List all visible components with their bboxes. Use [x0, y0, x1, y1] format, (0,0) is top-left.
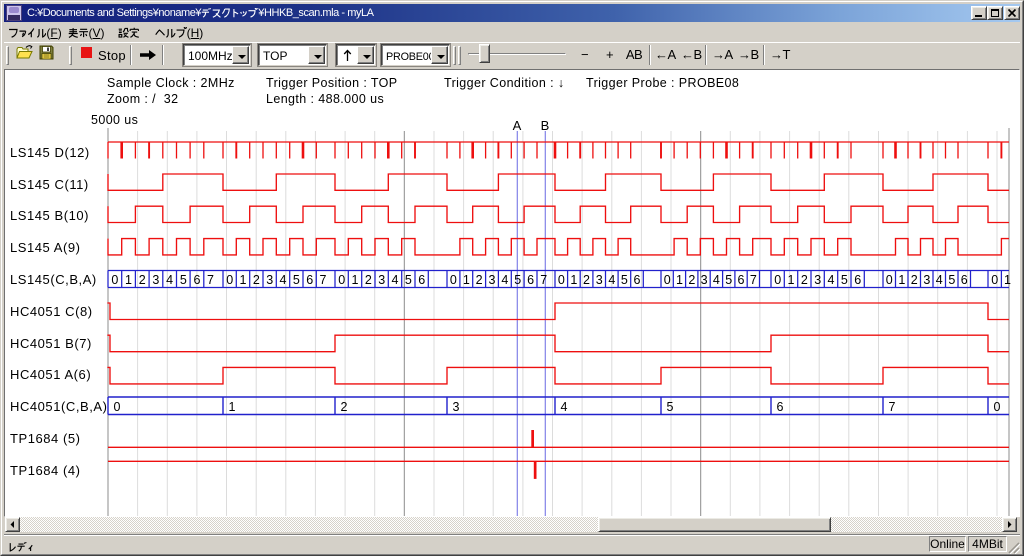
svg-text:1: 1 — [240, 273, 247, 287]
svg-text:0: 0 — [664, 273, 671, 287]
svg-text:1: 1 — [463, 273, 470, 287]
svg-text:5: 5 — [621, 273, 628, 287]
svg-text:0: 0 — [991, 273, 998, 287]
svg-text:4: 4 — [166, 273, 173, 287]
svg-text:7: 7 — [540, 273, 547, 287]
svg-text:5: 5 — [841, 273, 848, 287]
svg-text:6: 6 — [194, 273, 201, 287]
svg-text:2: 2 — [688, 273, 695, 287]
svg-text:3: 3 — [701, 273, 708, 287]
svg-text:1: 1 — [570, 273, 577, 287]
svg-text:0: 0 — [450, 273, 457, 287]
svg-text:7: 7 — [320, 273, 327, 287]
svg-text:5: 5 — [405, 273, 412, 287]
svg-text:6: 6 — [854, 273, 861, 287]
svg-text:4: 4 — [713, 273, 720, 287]
svg-text:6: 6 — [634, 273, 641, 287]
svg-text:5: 5 — [180, 273, 187, 287]
svg-text:3: 3 — [923, 273, 930, 287]
svg-text:6: 6 — [527, 273, 534, 287]
svg-text:0: 0 — [558, 273, 565, 287]
svg-text:5: 5 — [514, 273, 521, 287]
svg-text:0: 0 — [886, 273, 893, 287]
svg-text:2: 2 — [139, 273, 146, 287]
svg-text:6: 6 — [306, 273, 313, 287]
svg-text:1: 1 — [1004, 273, 1011, 287]
svg-text:6: 6 — [738, 273, 745, 287]
svg-text:4: 4 — [561, 400, 568, 414]
svg-text:3: 3 — [453, 400, 460, 414]
svg-text:2: 2 — [253, 273, 260, 287]
svg-text:A: A — [513, 118, 522, 133]
svg-text:0: 0 — [338, 273, 345, 287]
svg-text:0: 0 — [994, 400, 1001, 414]
svg-text:1: 1 — [788, 273, 795, 287]
svg-text:3: 3 — [378, 273, 385, 287]
svg-text:B: B — [541, 118, 550, 133]
svg-text:6: 6 — [418, 273, 425, 287]
svg-text:5: 5 — [725, 273, 732, 287]
svg-text:3: 3 — [489, 273, 496, 287]
svg-text:5: 5 — [948, 273, 955, 287]
svg-text:0: 0 — [111, 273, 118, 287]
svg-text:1: 1 — [125, 273, 132, 287]
svg-text:1: 1 — [676, 273, 683, 287]
svg-text:2: 2 — [911, 273, 918, 287]
svg-text:1: 1 — [229, 400, 236, 414]
svg-text:1: 1 — [898, 273, 905, 287]
svg-text:0: 0 — [226, 273, 233, 287]
svg-text:7: 7 — [889, 400, 896, 414]
svg-text:3: 3 — [814, 273, 821, 287]
svg-text:4: 4 — [501, 273, 508, 287]
svg-text:4: 4 — [936, 273, 943, 287]
svg-text:7: 7 — [207, 273, 214, 287]
svg-text:5: 5 — [293, 273, 300, 287]
svg-text:3: 3 — [596, 273, 603, 287]
svg-text:2: 2 — [801, 273, 808, 287]
svg-text:3: 3 — [266, 273, 273, 287]
svg-text:2: 2 — [341, 400, 348, 414]
svg-text:0: 0 — [114, 400, 121, 414]
svg-text:6: 6 — [777, 400, 784, 414]
svg-text:4: 4 — [392, 273, 399, 287]
svg-text:4: 4 — [280, 273, 287, 287]
svg-text:4: 4 — [608, 273, 615, 287]
svg-text:5: 5 — [667, 400, 674, 414]
svg-text:2: 2 — [365, 273, 372, 287]
svg-text:4: 4 — [828, 273, 835, 287]
svg-text:2: 2 — [476, 273, 483, 287]
svg-text:1: 1 — [352, 273, 359, 287]
svg-text:3: 3 — [152, 273, 159, 287]
svg-text:0: 0 — [774, 273, 781, 287]
svg-text:7: 7 — [750, 273, 757, 287]
svg-text:2: 2 — [583, 273, 590, 287]
svg-text:6: 6 — [961, 273, 968, 287]
